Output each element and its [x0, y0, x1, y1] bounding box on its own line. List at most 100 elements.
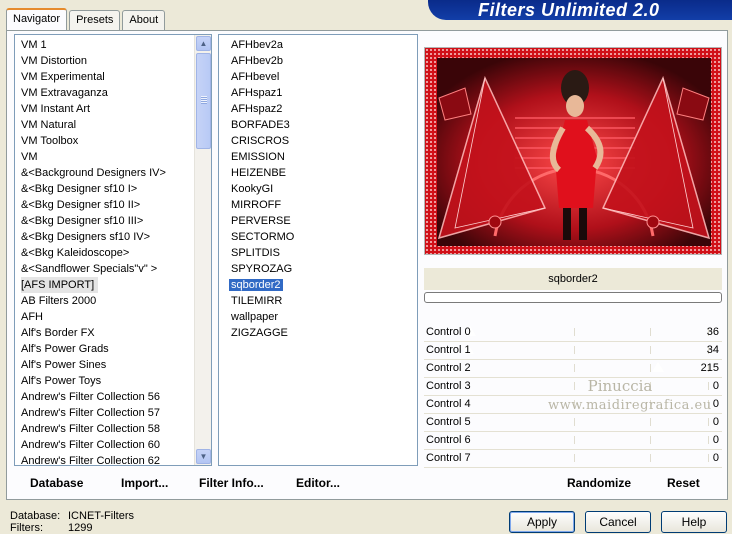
filter-item[interactable]: SPLITDIS — [219, 245, 417, 261]
filter-item-label: SECTORMO — [231, 231, 295, 243]
control-slider-row[interactable]: Control 6 0 — [424, 432, 722, 450]
category-item[interactable]: &<Bkg Designer sf10 I> — [15, 181, 211, 197]
category-item[interactable]: Andrew's Filter Collection 58 — [15, 421, 211, 437]
filter-item[interactable]: sqborder2 — [219, 277, 417, 293]
category-item[interactable]: Andrew's Filter Collection 62 — [15, 453, 211, 465]
category-item[interactable]: Andrew's Filter Collection 57 — [15, 405, 211, 421]
filter-item[interactable]: CRISCROS — [219, 133, 417, 149]
control-value: 36 — [706, 326, 719, 338]
category-item[interactable]: &<Bkg Kaleidoscope> — [15, 245, 211, 261]
category-item[interactable]: &<Bkg Designers sf10 IV> — [15, 229, 211, 245]
category-item[interactable]: VM — [15, 149, 211, 165]
filter-item[interactable]: SECTORMO — [219, 229, 417, 245]
slider-tick — [708, 436, 709, 444]
filter-item[interactable]: BORFADE3 — [219, 117, 417, 133]
control-slider-row[interactable]: Control 0 36 — [424, 324, 722, 342]
slider-tick — [574, 454, 575, 462]
filter-item[interactable]: AFHbev2a — [219, 37, 417, 53]
slider-tick — [574, 364, 575, 372]
category-item[interactable]: Alf's Power Grads — [15, 341, 211, 357]
preview-image — [424, 47, 722, 255]
control-slider-row[interactable]: Control 5 0 — [424, 414, 722, 432]
filter-item[interactable]: KookyGI — [219, 181, 417, 197]
editor-button[interactable]: Editor... — [296, 476, 340, 490]
watermark-line1: Pinuccia — [587, 377, 653, 395]
filter-item[interactable]: SPYROZAG — [219, 261, 417, 277]
filter-item[interactable]: PERVERSE — [219, 213, 417, 229]
slider-tick — [574, 418, 575, 426]
category-item[interactable]: Andrew's Filter Collection 60 — [15, 437, 211, 453]
category-item[interactable]: &<Bkg Designer sf10 II> — [15, 197, 211, 213]
filter-item-label: ZIGZAGGE — [231, 327, 288, 339]
randomize-button[interactable]: Randomize — [567, 476, 631, 490]
filter-item[interactable]: MIRROFF — [219, 197, 417, 213]
category-item[interactable]: Alf's Power Toys — [15, 373, 211, 389]
filter-item[interactable]: AFHbevel — [219, 69, 417, 85]
category-list[interactable]: VM 1 VM Distortion VM Experimental VM Extra… — [14, 34, 212, 466]
filters-count: 1299 — [68, 522, 93, 534]
slider-thumb[interactable] — [652, 362, 664, 372]
filter-item[interactable]: AFHspaz2 — [219, 101, 417, 117]
category-item[interactable]: &<Background Designers IV> — [15, 165, 211, 181]
filter-item-label: SPLITDIS — [231, 247, 280, 259]
control-slider-row[interactable]: Control 1 34 — [424, 342, 722, 360]
filter-item-label: BORFADE3 — [231, 119, 290, 131]
slider-tick — [650, 454, 651, 462]
filter-item-label: sqborder2 — [229, 279, 283, 291]
control-value: 0 — [712, 416, 719, 428]
filter-item[interactable]: HEIZENBE — [219, 165, 417, 181]
filter-info-button[interactable]: Filter Info... — [199, 476, 264, 490]
category-item[interactable]: AB Filters 2000 — [15, 293, 211, 309]
filter-item[interactable]: TILEMIRR — [219, 293, 417, 309]
control-value: 215 — [700, 362, 719, 374]
filter-item[interactable]: EMISSION — [219, 149, 417, 165]
database-label: Database: — [10, 510, 61, 522]
reset-button[interactable]: Reset — [667, 476, 700, 490]
control-value: 0 — [712, 380, 719, 392]
tab-presets[interactable]: Presets — [69, 10, 121, 31]
category-item[interactable]: AFH — [15, 309, 211, 325]
control-value: 0 — [712, 452, 719, 464]
filter-item[interactable]: AFHspaz1 — [219, 85, 417, 101]
category-item[interactable]: VM Extravaganza — [15, 85, 211, 101]
slider-tick — [708, 382, 709, 390]
category-item[interactable]: VM Distortion — [15, 53, 211, 69]
import-button[interactable]: Import... — [121, 476, 168, 490]
banner-title: Filters Unlimited 2.0 — [478, 0, 660, 20]
category-item[interactable]: VM Natural — [15, 117, 211, 133]
progress-bar — [424, 292, 722, 303]
category-item[interactable]: Andrew's Filter Collection 56 — [15, 389, 211, 405]
category-item[interactable]: Alf's Border FX — [15, 325, 211, 341]
control-value: 0 — [712, 434, 719, 446]
control-slider-row[interactable]: Control 7 0 — [424, 450, 722, 468]
scroll-down-button[interactable]: ▼ — [196, 449, 211, 464]
filter-item[interactable]: AFHbev2b — [219, 53, 417, 69]
filter-list[interactable]: AFHbev2a AFHbev2b AFHbevel AFHspaz1 AFHspaz2… — [218, 34, 418, 466]
watermark: Pinuccia www.maidiregrafica.eu — [548, 376, 711, 416]
tab-navigator[interactable]: Navigator — [6, 8, 68, 31]
database-button[interactable]: Database — [30, 476, 83, 490]
category-item[interactable]: Alf's Power Sines — [15, 357, 211, 373]
category-item[interactable]: VM Experimental — [15, 69, 211, 85]
tab-about[interactable]: About — [122, 10, 166, 31]
filter-item[interactable]: wallpaper — [219, 309, 417, 325]
scroll-up-button[interactable]: ▲ — [196, 36, 211, 51]
control-value: 0 — [712, 398, 719, 410]
category-item[interactable]: VM 1 — [15, 37, 211, 53]
category-scrollbar[interactable]: ▲ ▼ — [194, 35, 211, 465]
category-item[interactable]: &<Sandflower Specials"v" > — [15, 261, 211, 277]
scroll-thumb[interactable] — [196, 53, 211, 149]
slider-tick — [574, 346, 575, 354]
category-item[interactable]: VM Toolbox — [15, 133, 211, 149]
filter-item[interactable]: ZIGZAGGE — [219, 325, 417, 341]
preview-artwork — [425, 48, 721, 254]
filter-item-label: AFHspaz2 — [231, 103, 283, 115]
slider-tick — [650, 436, 651, 444]
selected-filter-name: sqborder2 — [424, 268, 722, 290]
filters-label: Filters: — [10, 522, 43, 534]
control-label: Control 6 — [426, 434, 471, 446]
category-item[interactable]: &<Bkg Designer sf10 III> — [15, 213, 211, 229]
filter-item-label: SPYROZAG — [231, 263, 293, 275]
category-item[interactable]: VM Instant Art — [15, 101, 211, 117]
category-item[interactable]: [AFS IMPORT] — [21, 277, 99, 293]
